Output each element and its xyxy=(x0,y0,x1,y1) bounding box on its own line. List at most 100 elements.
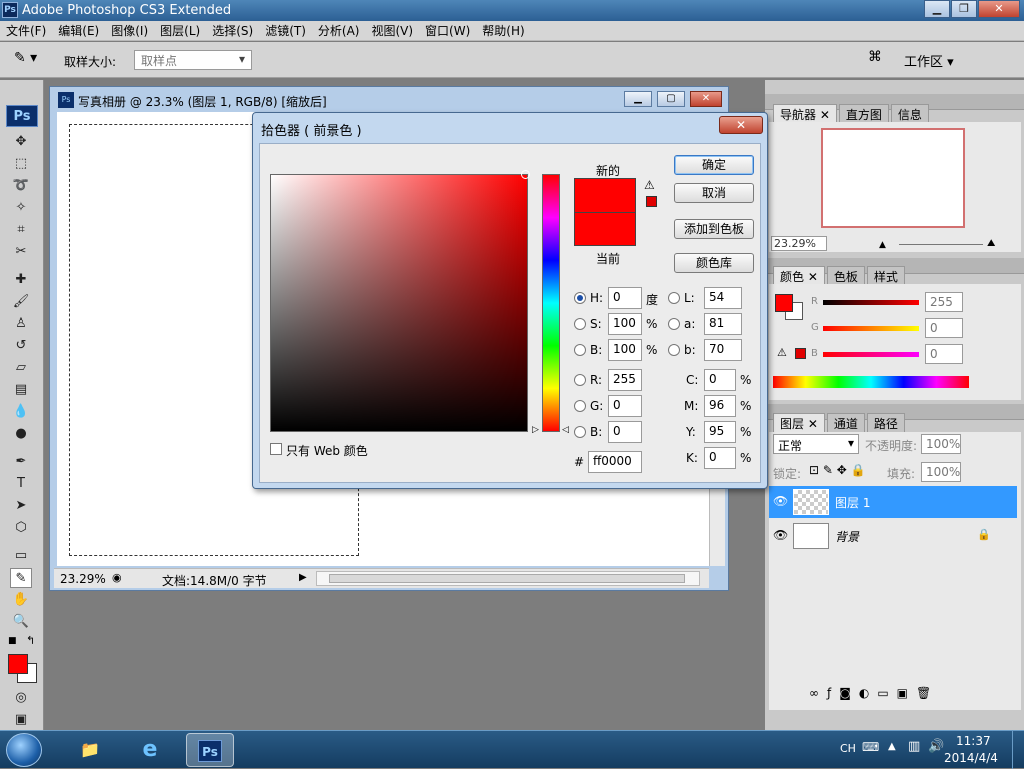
navigator-zoom-field[interactable]: 23.29% xyxy=(771,236,827,251)
current-color-swatch[interactable] xyxy=(574,212,636,246)
healing-brush-tool-icon[interactable]: ✚ xyxy=(10,270,32,290)
eyedropper-tool-preset-icon[interactable]: ✎ ▾ xyxy=(14,50,52,70)
menu-help[interactable]: 帮助(H) xyxy=(476,22,530,39)
quick-mask-icon[interactable]: ◎ xyxy=(10,688,32,708)
menu-select[interactable]: 选择(S) xyxy=(206,22,259,39)
zoom-in-icon[interactable]: ⛰ xyxy=(987,238,995,249)
tab-info[interactable]: 信息 xyxy=(890,104,929,124)
gamut-correction-swatch[interactable] xyxy=(646,196,657,207)
start-button[interactable] xyxy=(6,733,42,767)
path-selection-tool-icon[interactable]: ➤ xyxy=(10,496,32,516)
menu-file[interactable]: 文件(F) xyxy=(0,22,52,39)
layer-name[interactable]: 背景 xyxy=(835,528,859,545)
clock-date[interactable]: 2014/4/4 xyxy=(944,751,998,765)
panel-b-field[interactable]: 0 xyxy=(925,344,963,364)
zoom-control-icon[interactable]: ◉ xyxy=(112,571,122,584)
photoshop-taskbar-button[interactable]: Ps xyxy=(186,733,234,767)
pen-tool-icon[interactable]: ✒ xyxy=(10,452,32,472)
internet-explorer-taskbar-icon[interactable]: e xyxy=(126,733,174,767)
eyedropper-tool-icon[interactable]: ✎ xyxy=(10,568,32,588)
panel-g-field[interactable]: 0 xyxy=(925,318,963,338)
add-to-swatches-button[interactable]: 添加到色板 xyxy=(674,219,754,239)
lab-b-radio[interactable] xyxy=(668,344,680,356)
eraser-tool-icon[interactable]: ▱ xyxy=(10,358,32,378)
tab-channels[interactable]: 通道 xyxy=(826,413,865,433)
tab-navigator[interactable]: 导航器 ✕ xyxy=(773,104,837,124)
brightness-field[interactable]: 100 xyxy=(608,339,642,361)
hue-slider-right-arrow-icon[interactable]: ◁ xyxy=(562,425,569,435)
blur-tool-icon[interactable]: 💧 xyxy=(10,402,32,422)
hand-tool-icon[interactable]: ✋ xyxy=(10,590,32,610)
red-field[interactable]: 255 xyxy=(608,369,642,391)
clone-stamp-tool-icon[interactable]: ♙ xyxy=(10,314,32,334)
color-field-cursor[interactable] xyxy=(521,170,530,179)
doc-minimize-button[interactable]: ▁ xyxy=(624,91,652,107)
menu-view[interactable]: 视图(V) xyxy=(365,22,419,39)
bridge-icon[interactable]: ⌘ xyxy=(862,49,888,71)
lab-a-radio[interactable] xyxy=(668,318,680,330)
ok-button[interactable]: 确定 xyxy=(674,155,754,175)
type-tool-icon[interactable]: T xyxy=(10,474,32,494)
network-icon[interactable]: ▥ xyxy=(908,739,920,754)
lab-a-field[interactable]: 81 xyxy=(704,313,742,335)
navigator-zoom-slider[interactable] xyxy=(899,244,983,245)
shape-tool-icon[interactable]: ⬡ xyxy=(10,518,32,538)
saturation-field[interactable]: 100 xyxy=(608,313,642,335)
magic-wand-tool-icon[interactable]: ✧ xyxy=(10,198,32,218)
tab-styles[interactable]: 样式 xyxy=(866,266,905,286)
blend-mode-select[interactable]: 正常 ▾ xyxy=(773,434,859,454)
hex-field[interactable]: ff0000 xyxy=(588,451,642,473)
black-field[interactable]: 0 xyxy=(704,447,736,469)
clock-time[interactable]: 11:37 xyxy=(956,734,991,748)
lock-icons[interactable]: ⊡ ✎ ✥ 🔒 xyxy=(809,463,866,477)
screen-mode-icon[interactable]: ▣ xyxy=(10,710,32,730)
crop-tool-icon[interactable]: ⌗ xyxy=(10,220,32,240)
workspace-button[interactable]: 工作区 ▾ xyxy=(904,51,954,70)
notes-tool-icon[interactable]: ▭ xyxy=(10,546,32,566)
color-spectrum-ramp[interactable] xyxy=(773,376,969,388)
web-colors-only-checkbox[interactable] xyxy=(270,443,282,455)
layer-row-selected[interactable]: 👁 图层 1 xyxy=(769,486,1017,518)
horizontal-scroll-thumb[interactable] xyxy=(329,574,685,583)
foreground-color-swatch[interactable] xyxy=(8,654,28,674)
panel-r-field[interactable]: 255 xyxy=(925,292,963,312)
zoom-level[interactable]: 23.29% xyxy=(60,572,106,586)
slice-tool-icon[interactable]: ✂ xyxy=(10,242,32,262)
move-tool-icon[interactable]: ✥ xyxy=(10,132,32,152)
default-colors-icon[interactable]: ■ xyxy=(8,636,17,646)
panel-foreground-swatch[interactable] xyxy=(775,294,793,312)
brush-tool-icon[interactable]: 🖌 xyxy=(10,292,32,312)
menu-image[interactable]: 图像(I) xyxy=(105,22,154,39)
doc-restore-button[interactable]: ▢ xyxy=(657,91,685,107)
dodge-tool-icon[interactable]: ● xyxy=(10,424,32,444)
zoom-out-icon[interactable]: ▲ xyxy=(879,240,886,250)
out-of-gamut-warning-icon[interactable]: ⚠ xyxy=(644,178,655,192)
visibility-eye-icon[interactable]: 👁 xyxy=(773,528,788,542)
lasso-tool-icon[interactable]: ➰ xyxy=(10,176,32,196)
dialog-close-button[interactable]: ✕ xyxy=(719,116,763,134)
hue-field[interactable]: 0 xyxy=(608,287,642,309)
minimize-button[interactable]: ▁ xyxy=(924,0,950,18)
tab-histogram[interactable]: 直方图 xyxy=(838,104,889,124)
b-slider[interactable] xyxy=(823,352,919,357)
zoom-tool-icon[interactable]: 🔍 xyxy=(10,612,32,632)
magenta-field[interactable]: 96 xyxy=(704,395,736,417)
saturation-radio[interactable] xyxy=(574,318,586,330)
r-slider[interactable] xyxy=(823,300,919,305)
keyboard-icon[interactable]: ⌨ xyxy=(862,740,879,754)
tab-swatches[interactable]: 色板 xyxy=(826,266,865,286)
close-button[interactable]: ✕ xyxy=(978,0,1020,18)
navigator-preview[interactable] xyxy=(821,128,965,228)
status-menu-arrow-icon[interactable]: ▶ xyxy=(299,572,307,583)
visibility-eye-icon[interactable]: 👁 xyxy=(773,494,788,508)
layer-row[interactable]: 👁 背景 🔒 xyxy=(769,520,1017,552)
horizontal-scrollbar[interactable] xyxy=(316,571,700,586)
cyan-field[interactable]: 0 xyxy=(704,369,736,391)
tab-paths[interactable]: 路径 xyxy=(866,413,905,433)
history-brush-tool-icon[interactable]: ↺ xyxy=(10,336,32,356)
brightness-radio[interactable] xyxy=(574,344,586,356)
gradient-tool-icon[interactable]: ▤ xyxy=(10,380,32,400)
tab-layers[interactable]: 图层 ✕ xyxy=(773,413,825,433)
show-hidden-icons-icon[interactable]: ▲ xyxy=(888,741,896,752)
blue-radio[interactable] xyxy=(574,426,586,438)
